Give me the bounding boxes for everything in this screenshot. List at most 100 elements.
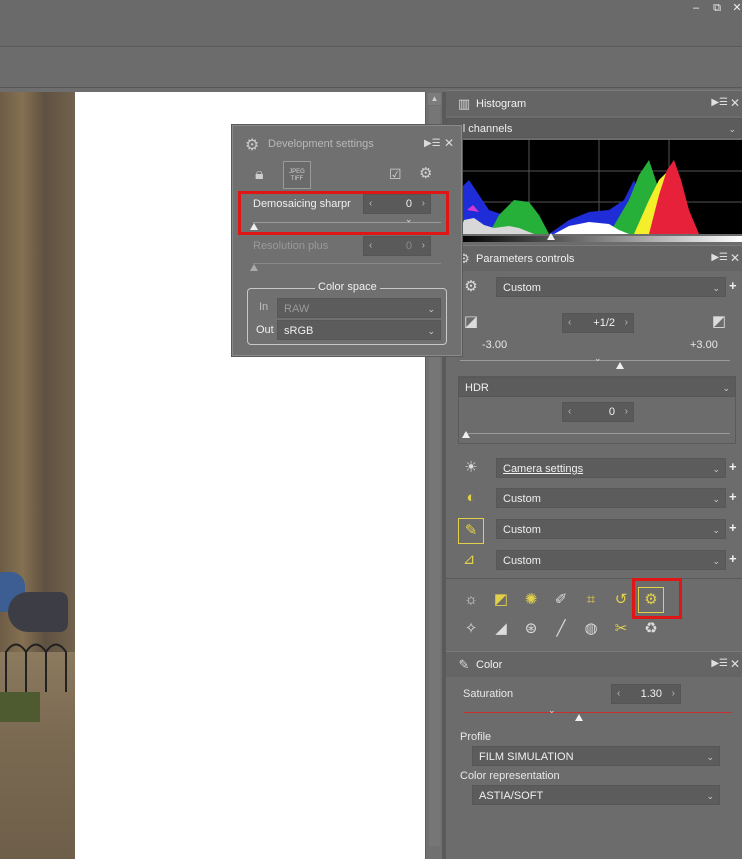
chevron-down-icon: ⌄ (728, 124, 736, 134)
exposure-min-label: -3.00 (482, 339, 508, 351)
highlight-box (238, 191, 449, 235)
pipette-tool-icon[interactable]: ✐ (550, 589, 572, 611)
color-title: Color (476, 659, 503, 671)
profile-value: FILM SIMULATION (479, 751, 574, 763)
chevron-down-icon: ⌄ (427, 304, 435, 314)
add-icon[interactable]: + (729, 278, 737, 293)
development-settings-window: ⚙ Development settings ▶☰ ✕ 🔒︎ JPEG TIFF… (232, 125, 462, 356)
layer-tool-icon[interactable]: ◍ (580, 618, 602, 640)
checkbox-icon[interactable]: ☑ (389, 166, 402, 183)
saturation-slider-track[interactable] (464, 712, 732, 713)
color-tool-select[interactable]: Custom ⌄ (496, 519, 726, 539)
add-icon[interactable]: + (729, 459, 737, 474)
sharpen-value: Custom (503, 555, 541, 567)
resolution-plus-slider-track[interactable] (253, 263, 441, 264)
resolution-plus-slider-knob[interactable] (250, 264, 258, 271)
white-balance-value: Camera settings (503, 463, 584, 475)
color-representation-label: Color representation (460, 770, 560, 782)
close-icon[interactable]: ✕ (730, 657, 740, 671)
hdr-slider-knob[interactable] (462, 431, 470, 438)
add-icon[interactable]: + (729, 520, 737, 535)
color-representation-select[interactable]: ASTIA/SOFT ⌄ (472, 785, 720, 805)
gradient-tool-icon[interactable]: ◢ (490, 618, 512, 640)
chevron-down-icon: ⌄ (712, 494, 720, 504)
in-colorspace-select[interactable]: RAW ⌄ (277, 298, 441, 318)
saturation-value: 1.30 (640, 688, 662, 700)
preset-select[interactable]: Custom ⌄ (496, 277, 726, 297)
add-icon[interactable]: + (729, 551, 737, 566)
increment-icon[interactable]: › (625, 403, 628, 421)
lock-icon[interactable]: 🔒︎ (255, 166, 264, 184)
panel-menu-icon[interactable]: ▶☰ (711, 97, 728, 108)
jpeg-tiff-icon[interactable]: JPEG TIFF (283, 161, 311, 189)
settings-save-icon[interactable]: ⚙ (419, 164, 432, 182)
panel-menu-icon[interactable]: ▶☰ (424, 138, 441, 149)
close-icon[interactable]: ✕ (730, 96, 740, 110)
chevron-down-icon: ⌄ (706, 791, 714, 801)
minimize-button[interactable]: – (690, 2, 702, 14)
profile-label: Profile (460, 731, 492, 743)
histogram-header[interactable]: ▥ Histogram ▶☰ ✕ (446, 90, 742, 116)
add-icon[interactable]: + (729, 489, 737, 504)
scroll-up-icon[interactable]: ▲ (428, 93, 441, 105)
saturation-slider-knob[interactable] (575, 714, 583, 721)
decrement-icon[interactable]: ‹ (568, 403, 571, 421)
decrement-icon[interactable]: ‹ (568, 314, 571, 332)
fisheye-tool-icon[interactable]: ⊛ (520, 618, 542, 640)
histogram-chart (459, 140, 742, 234)
resolution-plus-value: 0 (405, 240, 412, 252)
exposure-value: +1/2 (593, 317, 615, 329)
scissors-tool-icon[interactable]: ✂ (610, 618, 632, 640)
development-settings-header[interactable]: ⚙ Development settings ▶☰ ✕ (233, 126, 461, 160)
exposure-slider-knob[interactable] (616, 362, 624, 369)
hdr-select[interactable]: HDR ⌄ (458, 377, 736, 397)
channel-select[interactable]: All channels ⌄ (446, 118, 742, 138)
parameters-header[interactable]: ⚙ Parameters controls ▶☰ ✕ (446, 245, 742, 271)
contrast-select[interactable]: Custom ⌄ (496, 488, 726, 508)
increment-icon[interactable]: › (422, 237, 425, 255)
recycle-tool-icon[interactable]: ♻ (640, 618, 662, 640)
tone-curve-tool-icon[interactable]: ◩ (490, 589, 512, 611)
histogram-title: Histogram (476, 98, 527, 110)
exposure-stepper[interactable]: ‹ +1/2 › (562, 313, 634, 333)
white-balance-select[interactable]: Camera settings ⌄ (496, 458, 726, 478)
close-icon[interactable]: ✕ (730, 251, 740, 265)
decrement-icon[interactable]: ‹ (617, 685, 620, 703)
out-colorspace-select[interactable]: sRGB ⌄ (277, 320, 441, 340)
preset-value: Custom (503, 282, 541, 294)
noise-tool-icon[interactable]: ✧ (460, 618, 482, 640)
close-window-button[interactable]: ✕ (731, 2, 742, 14)
sharpen-select[interactable]: Custom ⌄ (496, 550, 726, 570)
panel-menu-icon[interactable]: ▶☰ (711, 252, 728, 263)
brush-tool-icon[interactable]: ╱ (550, 618, 572, 640)
development-settings-title: Development settings (268, 138, 374, 150)
histogram-marker[interactable] (547, 233, 555, 240)
brightness-tool-icon[interactable]: ☼ (460, 589, 482, 611)
photo-preview (0, 92, 75, 859)
restore-button[interactable]: ⧉ (711, 2, 723, 14)
crop-tool-icon[interactable]: ⌗ (580, 589, 602, 611)
increment-icon[interactable]: › (625, 314, 628, 332)
exposure-icon: ◪ (463, 313, 479, 330)
color-tool-icon[interactable]: ✎ (458, 518, 484, 544)
dropper-icon: ✎ (458, 657, 470, 672)
close-icon[interactable]: ✕ (444, 136, 454, 150)
gear-icon: ⚙ (464, 278, 478, 295)
color-space-legend: Color space (315, 281, 380, 293)
increment-icon[interactable]: › (672, 685, 675, 703)
profile-select[interactable]: FILM SIMULATION ⌄ (472, 746, 720, 766)
saturation-stepper[interactable]: ‹ 1.30 › (611, 684, 681, 704)
hdr-stepper[interactable]: ‹ 0 › (562, 402, 634, 422)
color-header[interactable]: ✎ Color ▶☰ ✕ (446, 651, 742, 677)
center-marker-icon: ⌄ (548, 705, 556, 715)
highlight-tool-icon[interactable]: ✺ (520, 589, 542, 611)
auto-exposure-icon[interactable]: ◩ (708, 311, 730, 333)
resolution-plus-stepper[interactable]: ‹ 0 › (363, 236, 431, 256)
white-balance-icon: ☀ (464, 459, 478, 476)
panel-menu-icon[interactable]: ▶☰ (711, 658, 728, 669)
title-bar (0, 0, 742, 47)
decrement-icon[interactable]: ‹ (369, 237, 372, 255)
rotate-tool-icon[interactable]: ↺ (610, 589, 632, 611)
hdr-slider-track[interactable] (464, 433, 730, 434)
out-label: Out (256, 324, 274, 336)
